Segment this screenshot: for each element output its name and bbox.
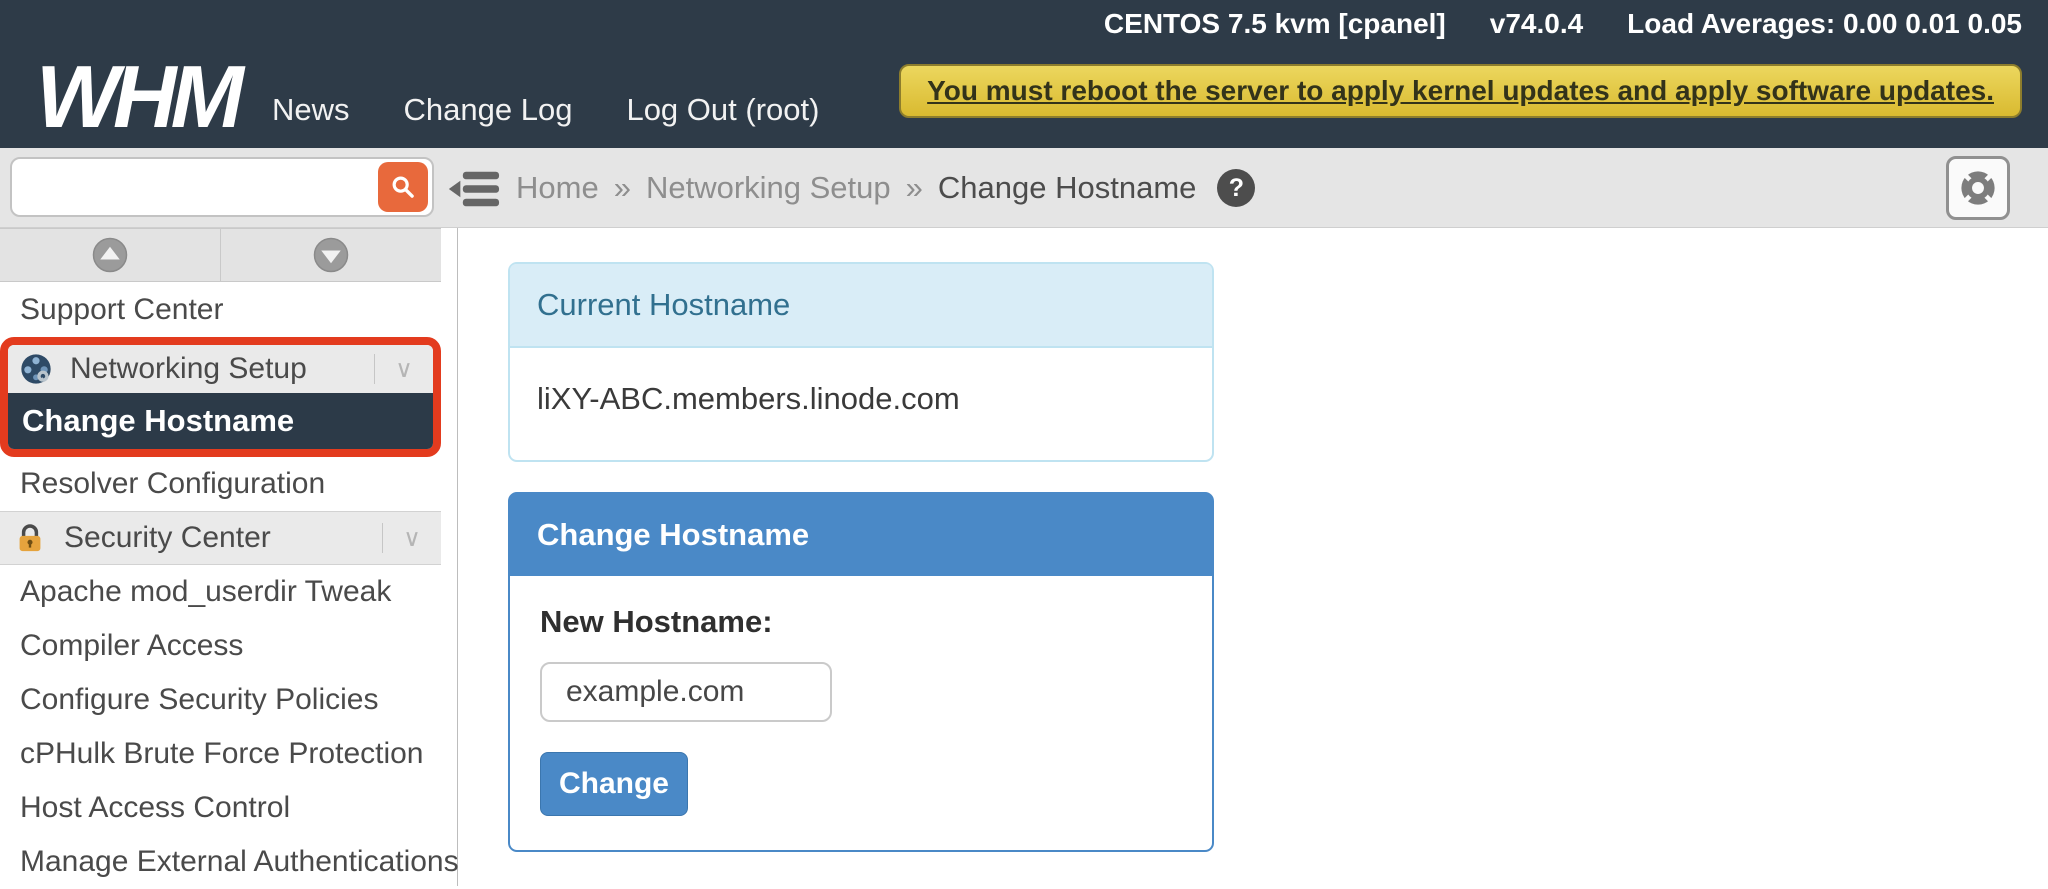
nav-log-out[interactable]: Log Out (root) — [626, 88, 819, 132]
top-nav: News Change Log Log Out (root) — [272, 88, 819, 132]
system-info: CENTOS 7.5 kvm [cpanel] v74.0.4 Load Ave… — [1104, 8, 2022, 40]
breadcrumb-current-page: Change Hostname — [938, 170, 1197, 206]
highlight-outline: Networking Setup ∨ Change Hostname — [0, 337, 441, 457]
toolbar: Home » Networking Setup » Change Hostnam… — [0, 148, 2048, 228]
system-version: v74.0.4 — [1490, 8, 1583, 40]
chevron-down-icon[interactable]: ∨ — [383, 524, 441, 553]
new-hostname-label: New Hostname: — [540, 604, 1182, 640]
breadcrumb-separator: » — [906, 170, 923, 206]
nav-change-log[interactable]: Change Log — [404, 88, 573, 132]
sidebar-item-resolver-configuration[interactable]: Resolver Configuration — [0, 457, 441, 511]
sidebar-item-host-access-control[interactable]: Host Access Control — [0, 781, 441, 835]
up-arrow-icon — [92, 237, 128, 273]
padlock-icon — [14, 522, 46, 554]
sidebar-item-apache-mod-userdir[interactable]: Apache mod_userdir Tweak — [0, 565, 441, 619]
life-ring-icon — [1957, 167, 1999, 209]
sidebar-scroll-buttons — [0, 228, 441, 282]
sidebar-item-compiler-access[interactable]: Compiler Access — [0, 619, 441, 673]
reboot-warning-banner[interactable]: You must reboot the server to apply kern… — [899, 64, 2022, 118]
change-button[interactable]: Change — [540, 752, 688, 816]
sidebar: Support Center Networking Setup — [0, 228, 458, 886]
search-button[interactable] — [378, 162, 428, 212]
search-input[interactable] — [12, 159, 372, 215]
down-arrow-icon — [313, 237, 349, 273]
help-question-icon[interactable]: ? — [1217, 169, 1255, 207]
collapse-sidebar-icon — [448, 167, 504, 211]
sidebar-item-configure-security-policies[interactable]: Configure Security Policies — [0, 673, 441, 727]
current-hostname-panel: Current Hostname liXY-ABC.members.linode… — [508, 262, 1214, 462]
sidebar-section-label: Security Center — [64, 521, 382, 555]
sidebar-section-security-center[interactable]: Security Center ∨ — [0, 511, 441, 565]
network-globe-icon — [20, 353, 52, 385]
collapse-sidebar-button[interactable] — [448, 167, 504, 211]
sidebar-item-support-center[interactable]: Support Center — [0, 282, 441, 337]
scroll-down-button[interactable] — [221, 229, 441, 281]
sidebar-item-cphulk-brute-force[interactable]: cPHulk Brute Force Protection — [0, 727, 441, 781]
main-content: Current Hostname liXY-ABC.members.linode… — [458, 228, 2048, 886]
sidebar-item-change-hostname[interactable]: Change Hostname — [8, 393, 433, 449]
search-icon — [389, 173, 417, 201]
chevron-down-icon[interactable]: ∨ — [375, 355, 433, 384]
breadcrumb-networking-setup[interactable]: Networking Setup — [646, 170, 891, 206]
scroll-up-button[interactable] — [0, 229, 221, 281]
whm-logo[interactable]: WHM — [36, 54, 238, 140]
top-header: CENTOS 7.5 kvm [cpanel] v74.0.4 Load Ave… — [0, 0, 2048, 148]
breadcrumb-home[interactable]: Home — [516, 170, 599, 206]
support-button[interactable] — [1946, 156, 2010, 220]
system-os: CENTOS 7.5 kvm [cpanel] — [1104, 8, 1446, 40]
current-hostname-value: liXY-ABC.members.linode.com — [510, 348, 1212, 460]
sidebar-section-label: Networking Setup — [70, 352, 374, 386]
new-hostname-input[interactable] — [540, 662, 832, 722]
search-box — [10, 157, 434, 217]
sidebar-item-manage-external-authentications[interactable]: Manage External Authentications — [0, 835, 441, 889]
system-load-averages: Load Averages: 0.00 0.01 0.05 — [1627, 8, 2022, 40]
change-hostname-panel-title: Change Hostname — [510, 494, 1212, 576]
breadcrumb: Home » Networking Setup » Change Hostnam… — [516, 148, 1255, 228]
change-hostname-panel: Change Hostname New Hostname: Change — [508, 492, 1214, 852]
sidebar-section-networking-setup[interactable]: Networking Setup ∨ — [8, 345, 433, 393]
nav-news[interactable]: News — [272, 88, 350, 132]
current-hostname-panel-title: Current Hostname — [510, 264, 1212, 348]
breadcrumb-separator: » — [614, 170, 631, 206]
